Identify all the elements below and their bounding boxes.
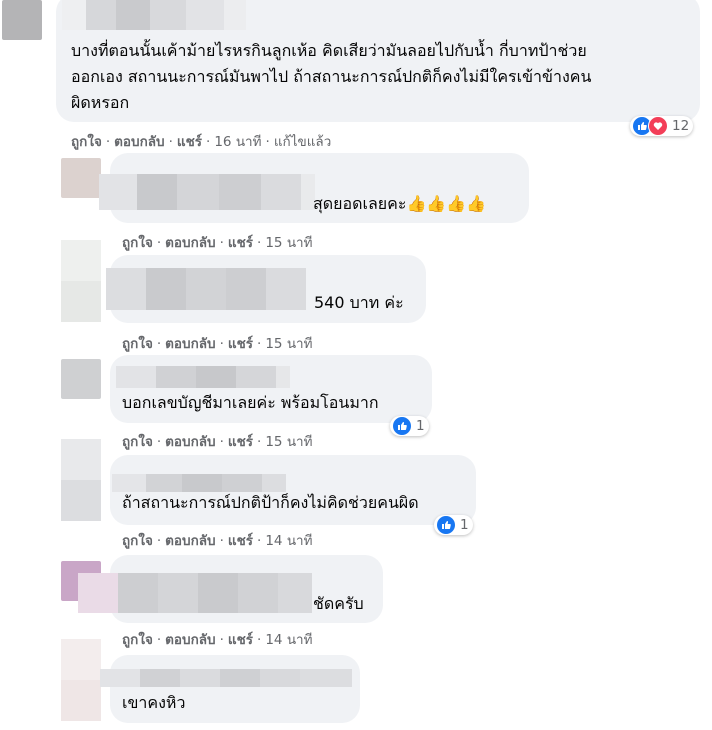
edited-label: แก้ไขแล้ว <box>273 134 332 150</box>
share-link[interactable]: แชร์ <box>228 434 253 450</box>
comment-text-body: ชัดครับ <box>313 594 364 613</box>
timestamp[interactable]: 14 นาที <box>265 632 312 648</box>
share-link[interactable]: แชร์ <box>228 235 253 251</box>
timestamp[interactable]: 16 นาที <box>214 134 261 150</box>
like-link[interactable]: ถูกใจ <box>122 632 153 648</box>
comment-text-line: ออกเอง สถานนะการณ์มันพาไป ถ้าสถานะการณ์ป… <box>71 67 592 86</box>
love-icon <box>648 116 668 136</box>
reply-link[interactable]: ตอบกลับ <box>165 336 215 352</box>
avatar[interactable] <box>61 639 101 721</box>
comment-text-body: เขาคงหิว <box>122 693 186 712</box>
like-link[interactable]: ถูกใจ <box>122 533 153 549</box>
share-link[interactable]: แชร์ <box>228 632 253 648</box>
reaction-summary[interactable]: 1 <box>390 416 429 436</box>
author-name-blurred[interactable] <box>62 0 246 30</box>
share-link[interactable]: แชร์ <box>228 336 253 352</box>
reaction-count: 1 <box>460 517 469 533</box>
author-name-blurred[interactable] <box>78 573 312 613</box>
like-link[interactable]: ถูกใจ <box>122 434 153 450</box>
comment-actions: ถูกใจ · ตอบกลับ · แชร์ · 14 นาที <box>122 533 313 549</box>
comment-text: เขาคงหิว <box>122 690 185 716</box>
comment-actions: ถูกใจ · ตอบกลับ · แชร์ · 15 นาที <box>122 434 313 450</box>
like-link[interactable]: ถูกใจ <box>71 134 102 150</box>
like-link[interactable]: ถูกใจ <box>122 336 153 352</box>
comment-actions: ถูกใจ · ตอบกลับ · แชร์ · 15 นาที <box>122 235 313 251</box>
reaction-count: 1 <box>416 418 425 434</box>
reply-link[interactable]: ตอบกลับ <box>114 134 164 150</box>
comment-actions: ถูกใจ · ตอบกลับ · แชร์ · 14 นาที <box>122 632 313 648</box>
comment-text-body: บอกเลขบัญชีมาเลยค่ะ พร้อมโอนมาก <box>122 393 379 412</box>
reaction-summary[interactable]: 1 <box>434 515 473 535</box>
reaction-summary[interactable]: 12 <box>630 116 694 136</box>
timestamp[interactable]: 15 นาที <box>265 235 312 251</box>
comment-text: ชัดครับ <box>313 591 364 617</box>
avatar[interactable] <box>61 158 101 198</box>
reaction-count: 12 <box>672 118 690 134</box>
comment-actions: ถูกใจ · ตอบกลับ · แชร์ · 16 นาที · แก้ไขแล้ว <box>71 134 332 150</box>
timestamp[interactable]: 14 นาที <box>265 533 312 549</box>
comment-text: สุดยอดเลยคะ👍👍👍👍 <box>313 191 486 217</box>
comment-text: บางที่ตอนนั้นเค้าม้ายไรหรกินลูกเห้อ คิดเ… <box>71 38 591 116</box>
thumbs-up-emoji: 👍👍👍👍 <box>406 194 487 213</box>
author-name-blurred[interactable] <box>116 366 290 388</box>
comment-text-line: ผิดหรอก <box>71 93 130 112</box>
reply-link[interactable]: ตอบกลับ <box>165 632 215 648</box>
share-link[interactable]: แชร์ <box>177 134 202 150</box>
like-icon <box>392 416 412 436</box>
reply-link[interactable]: ตอบกลับ <box>165 434 215 450</box>
share-link[interactable]: แชร์ <box>228 533 253 549</box>
avatar[interactable] <box>61 439 101 521</box>
reply-link[interactable]: ตอบกลับ <box>165 533 215 549</box>
comment-text-body: 540 บาท ค่ะ <box>314 293 404 312</box>
avatar[interactable] <box>61 359 101 399</box>
like-icon <box>436 515 456 535</box>
author-name-blurred[interactable] <box>100 669 352 687</box>
comment-text-body: สุดยอดเลยคะ <box>313 194 407 213</box>
comment-text-body: ถ้าสถานะการณ์ปกติป้าก็คงไม่คิดช่วยคนผิด <box>122 493 419 512</box>
reply-link[interactable]: ตอบกลับ <box>165 235 215 251</box>
timestamp[interactable]: 15 นาที <box>265 434 312 450</box>
avatar[interactable] <box>2 0 42 40</box>
comment-text-line: บางที่ตอนนั้นเค้าม้ายไรหรกินลูกเห้อ คิดเ… <box>71 41 587 60</box>
comment-text: ถ้าสถานะการณ์ปกติป้าก็คงไม่คิดช่วยคนผิด <box>122 490 419 516</box>
author-name-blurred[interactable] <box>106 268 306 310</box>
timestamp[interactable]: 15 นาที <box>265 336 312 352</box>
like-link[interactable]: ถูกใจ <box>122 235 153 251</box>
author-name-blurred[interactable] <box>99 174 315 210</box>
comment-actions: ถูกใจ · ตอบกลับ · แชร์ · 15 นาที <box>122 336 313 352</box>
comment-text: บอกเลขบัญชีมาเลยค่ะ พร้อมโอนมาก <box>122 390 379 416</box>
comment-text: 540 บาท ค่ะ <box>314 290 404 316</box>
avatar[interactable] <box>61 240 101 322</box>
